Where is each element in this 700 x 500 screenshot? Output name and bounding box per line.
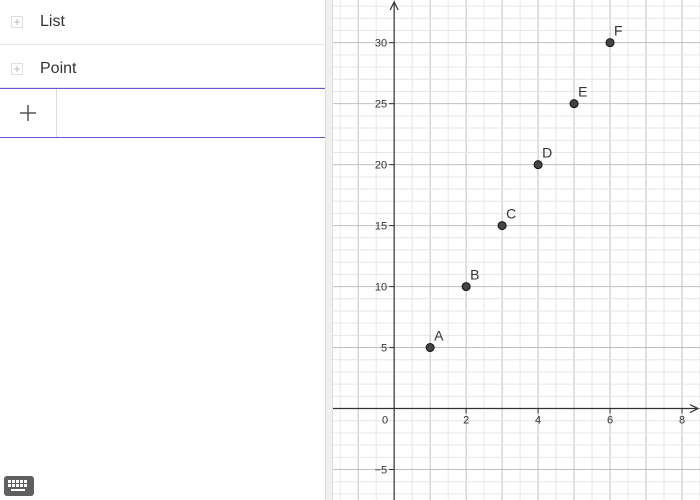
y-tick-label: 5 xyxy=(381,343,387,355)
graphics-view[interactable]: 2 4 6 8 0 −5 5 10 15 20 25 30 A B C D E F xyxy=(333,0,700,500)
view-divider[interactable] xyxy=(325,0,333,500)
origin-label: 0 xyxy=(382,415,388,427)
keyboard-button[interactable] xyxy=(4,476,34,496)
y-tick-label: 15 xyxy=(375,221,387,233)
point-label: B xyxy=(470,267,479,283)
point-c[interactable] xyxy=(497,221,507,231)
algebra-input[interactable] xyxy=(57,89,325,137)
point-label: F xyxy=(614,23,623,39)
point-label: D xyxy=(542,145,552,161)
y-tick-label: 10 xyxy=(375,282,387,294)
point-label: C xyxy=(506,206,516,222)
group-label-list: List xyxy=(40,13,65,30)
y-tick-label: 30 xyxy=(375,38,387,50)
point-d[interactable] xyxy=(533,160,543,170)
x-tick-label: 4 xyxy=(535,415,541,427)
group-row-list[interactable]: List xyxy=(0,0,325,45)
y-tick-label: 20 xyxy=(375,160,387,172)
point-b[interactable] xyxy=(461,282,471,292)
x-tick-label: 8 xyxy=(679,415,685,427)
y-tick-label: −5 xyxy=(375,465,388,477)
algebra-view: List Point xyxy=(0,0,325,500)
group-row-point[interactable]: Point xyxy=(0,45,325,88)
point-f[interactable] xyxy=(605,38,615,48)
group-label-point: Point xyxy=(40,60,77,77)
point-label: A xyxy=(434,328,444,344)
add-item-button[interactable] xyxy=(0,89,57,137)
expand-icon[interactable] xyxy=(11,16,23,28)
x-tick-label: 6 xyxy=(607,415,613,427)
plus-icon xyxy=(20,105,36,121)
expand-icon[interactable] xyxy=(11,63,23,75)
point-e[interactable] xyxy=(569,99,579,109)
point-label: E xyxy=(578,84,587,100)
keyboard-icon xyxy=(8,480,27,491)
x-tick-label: 2 xyxy=(463,415,469,427)
y-tick-label: 25 xyxy=(375,99,387,111)
algebra-input-row xyxy=(0,88,325,138)
point-a[interactable] xyxy=(425,343,435,353)
